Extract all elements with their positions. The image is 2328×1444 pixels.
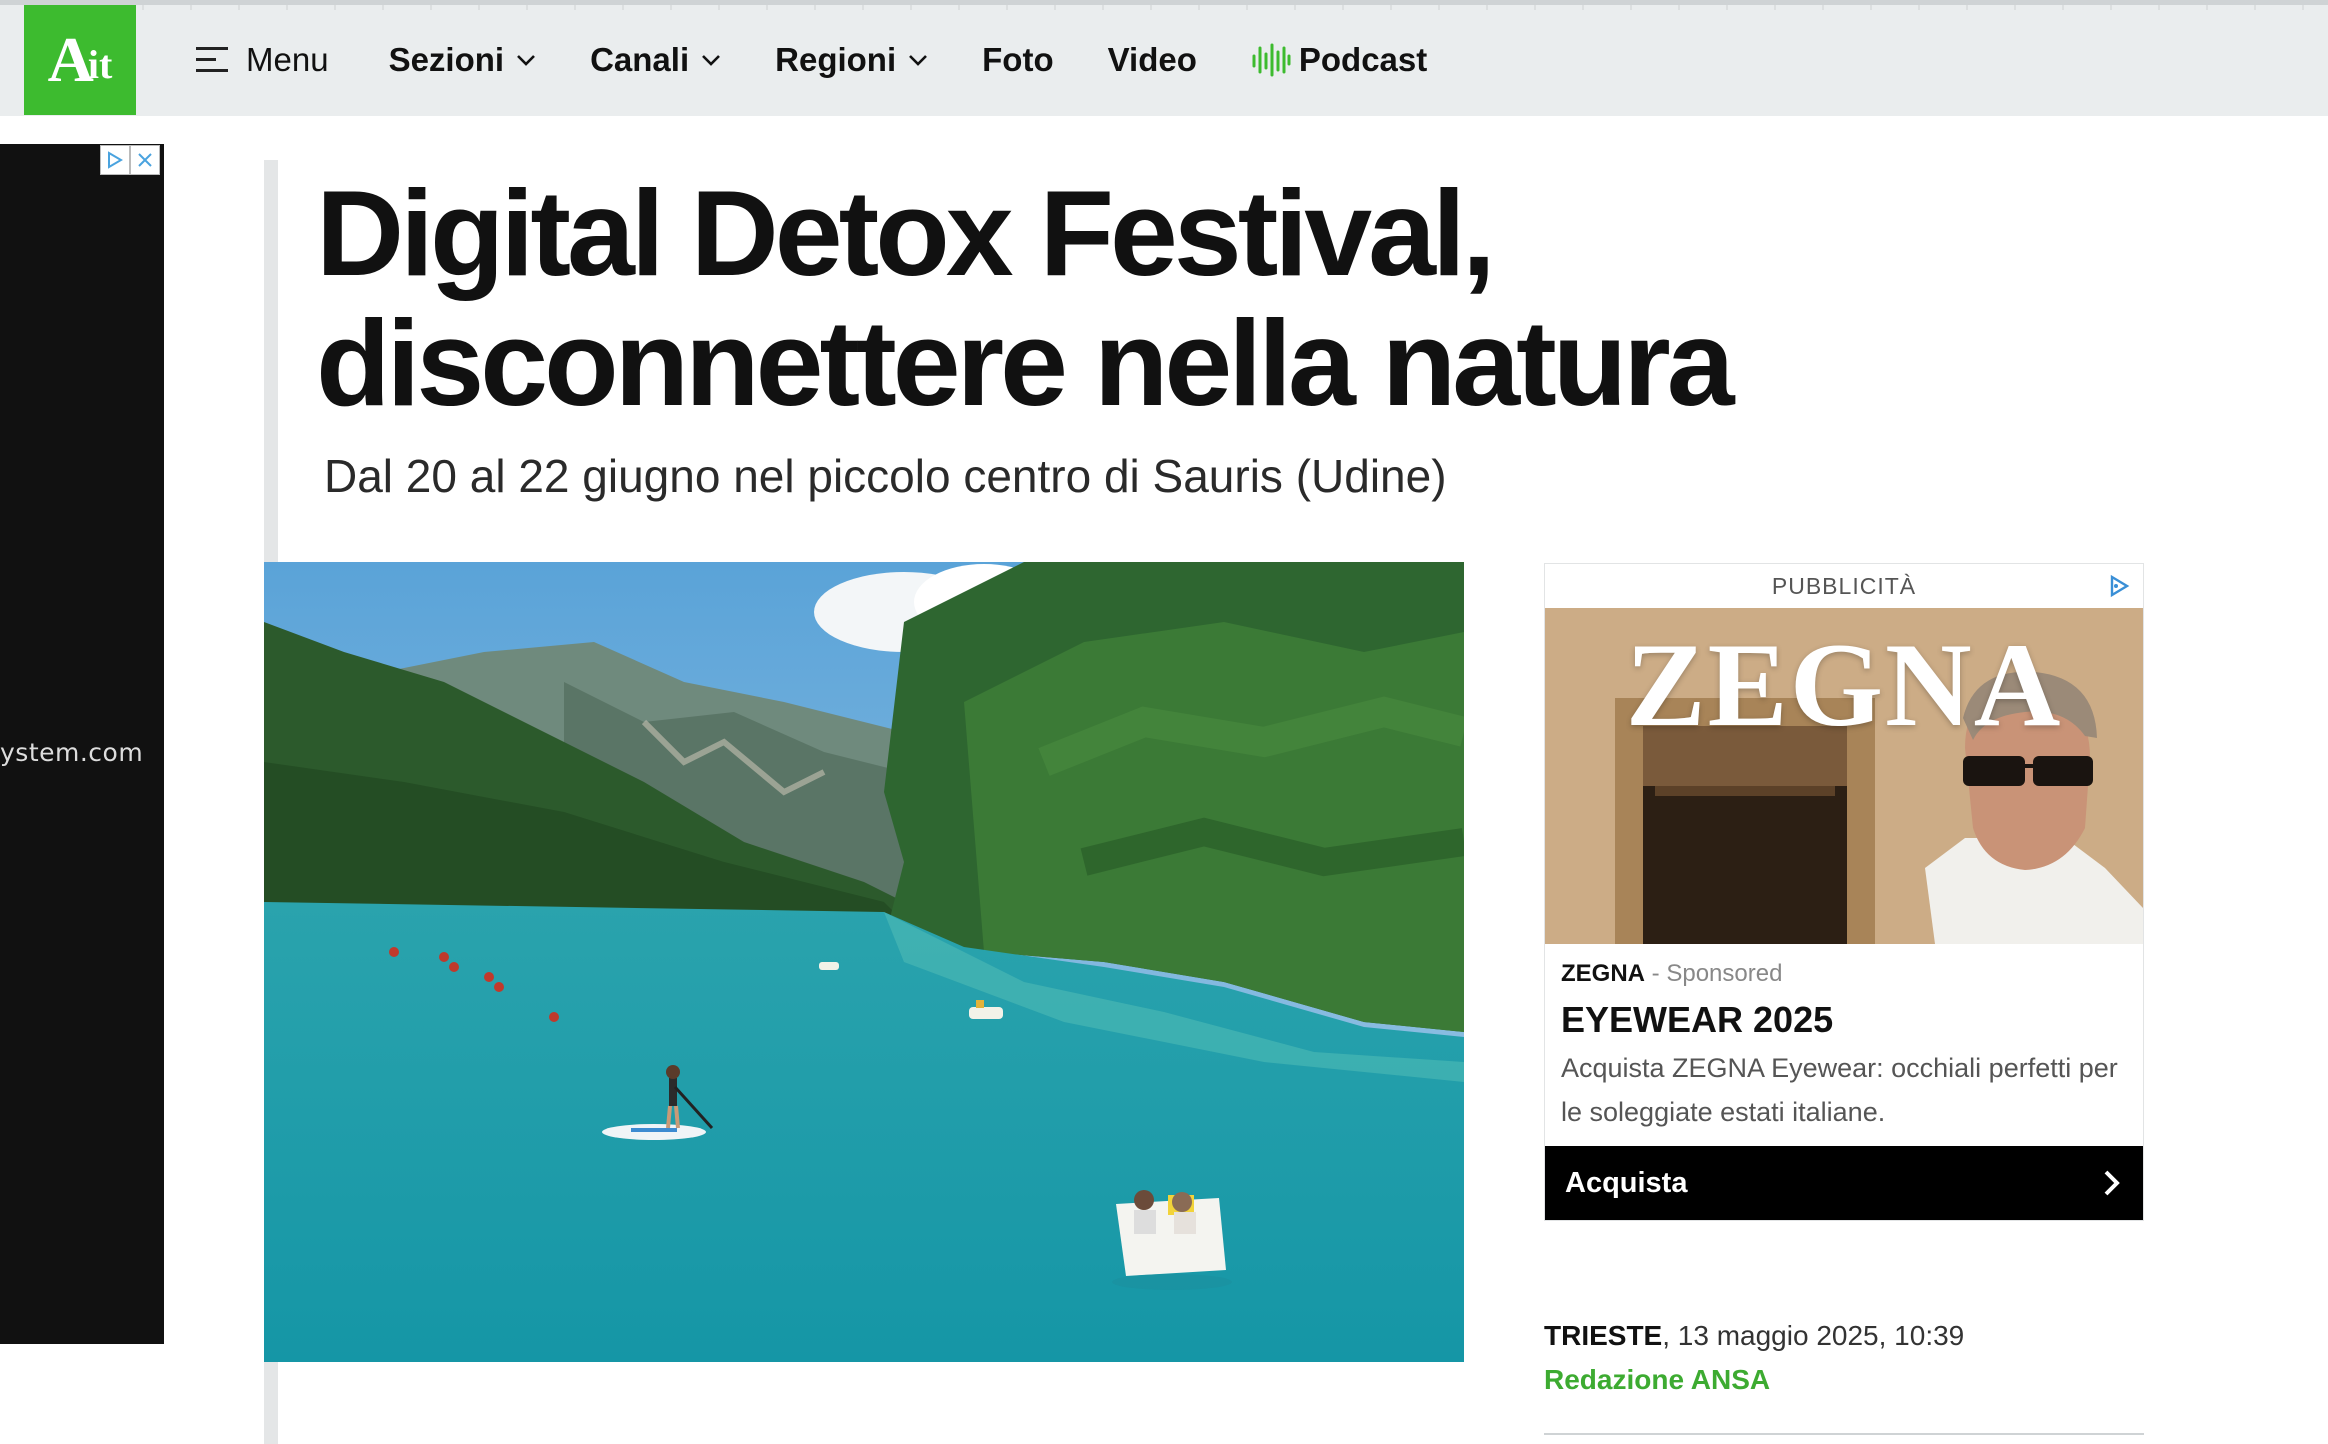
headline-line-1: Digital Detox Festival, xyxy=(316,165,1496,301)
lake-photo xyxy=(264,562,1464,1362)
headline-line-2: disconnettere nella natura xyxy=(316,295,1735,431)
logo-suffix: it xyxy=(87,42,113,87)
ad-cta-label: Acquista xyxy=(1565,1166,1688,1199)
chevron-down-icon xyxy=(517,55,536,66)
nav-item-label: Regioni xyxy=(775,41,897,78)
chevron-down-icon xyxy=(702,55,721,66)
top-tick xyxy=(2160,5,2208,10)
top-tick xyxy=(2064,5,2112,10)
top-tick xyxy=(1968,5,2016,10)
ad-label-row: PUBBLICITÀ xyxy=(1545,564,2143,608)
hero-image[interactable] xyxy=(264,562,1464,1362)
ad-title[interactable]: EYEWEAR 2025 xyxy=(1561,998,2127,1042)
close-icon[interactable] xyxy=(130,145,160,175)
meta-divider xyxy=(1544,1433,2144,1435)
dateline-location: TRIESTE xyxy=(1544,1320,1663,1351)
top-tick xyxy=(2016,5,2064,10)
nav-item-sezioni[interactable]: Sezioni xyxy=(389,41,537,79)
logo-letter: A xyxy=(47,24,94,95)
menu-button[interactable]: Menu xyxy=(196,41,329,79)
chevron-right-icon xyxy=(2104,1170,2120,1196)
dateline: TRIESTE, 13 maggio 2025, 10:39 xyxy=(1544,1316,2144,1356)
chevron-down-icon xyxy=(909,55,928,66)
ad-description: Acquista ZEGNA Eyewear: occhiali perfett… xyxy=(1561,1053,2118,1127)
ad-body: ZEGNA - Sponsored EYEWEAR 2025 Acquista … xyxy=(1545,944,2143,1134)
nav-item-video[interactable]: Video xyxy=(1108,41,1197,79)
article-subhead: Dal 20 al 22 giugno nel piccolo centro d… xyxy=(324,450,1447,502)
ad-controls xyxy=(100,145,160,175)
top-tick xyxy=(1680,5,1728,10)
nav-item-foto[interactable]: Foto xyxy=(982,41,1053,79)
ad-brand-line: ZEGNA - Sponsored xyxy=(1561,960,2127,988)
nav-item-label: Foto xyxy=(982,41,1054,78)
nav-item-canali[interactable]: Canali xyxy=(590,41,721,79)
menu-label: Menu xyxy=(246,41,329,78)
nav-item-podcast[interactable]: Podcast xyxy=(1251,41,1427,79)
top-tick xyxy=(1776,5,1824,10)
top-tick xyxy=(1584,5,1632,10)
dateline-datetime: , 13 maggio 2025, 10:39 xyxy=(1662,1320,1965,1351)
site-logo[interactable]: A it xyxy=(24,5,136,115)
author-link[interactable]: Redazione ANSA xyxy=(1544,1358,2144,1402)
article-meta: TRIESTE, 13 maggio 2025, 10:39 Redazione… xyxy=(1544,1316,2144,1402)
left-ad-url-text: ystem.com xyxy=(0,738,144,767)
top-tick xyxy=(1872,5,1920,10)
soundwave-icon xyxy=(1252,43,1291,77)
top-tick xyxy=(1536,5,1584,10)
nav-item-label: Canali xyxy=(590,41,690,78)
top-tick xyxy=(1632,5,1680,10)
ad-image[interactable]: ZEGNA xyxy=(1545,608,2143,944)
ad-brand-wordmark: ZEGNA xyxy=(1625,618,2063,751)
main-nav: Menu Sezioni Canali Regioni Foto Video P… xyxy=(196,5,1481,115)
top-tick xyxy=(1824,5,1872,10)
top-tick xyxy=(1728,5,1776,10)
nav-item-regioni[interactable]: Regioni xyxy=(775,41,928,79)
top-tick xyxy=(2112,5,2160,10)
top-tick xyxy=(1920,5,1968,10)
article-headline: Digital Detox Festival, disconnettere ne… xyxy=(316,168,1816,428)
ad-label: PUBBLICITÀ xyxy=(1771,572,1917,599)
podcast-label: Podcast xyxy=(1298,41,1428,78)
adchoices-icon[interactable] xyxy=(100,145,130,175)
ad-cta-button[interactable]: Acquista xyxy=(1545,1146,2143,1220)
ad-sponsored-tag: - Sponsored xyxy=(1651,960,1783,987)
nav-item-label: Sezioni xyxy=(388,41,505,78)
nav-item-label: Video xyxy=(1107,41,1197,78)
ad-brand: ZEGNA xyxy=(1561,960,1645,987)
top-tick xyxy=(2208,5,2256,10)
top-tick xyxy=(1488,5,1536,10)
hamburger-icon xyxy=(196,47,228,73)
sponsored-ad-card[interactable]: PUBBLICITÀ ZEGNA ZEGNA - Sponsored EYEWE… xyxy=(1544,563,2144,1221)
adchoices-icon[interactable] xyxy=(2107,574,2131,598)
top-tick xyxy=(2256,5,2304,10)
top-tick xyxy=(144,5,192,10)
